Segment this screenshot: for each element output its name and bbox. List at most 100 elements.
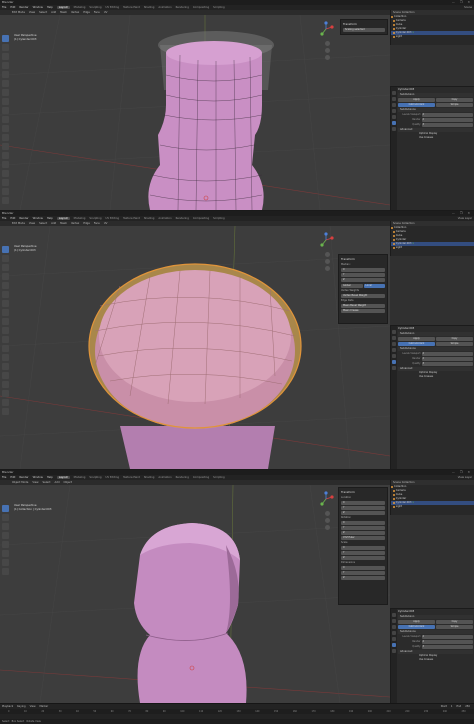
menu-add[interactable]: Add (55, 481, 60, 484)
menu-vertex[interactable]: Vertex (71, 11, 79, 14)
rotation-y-field[interactable]: Y (341, 526, 385, 530)
tab-rendering[interactable]: Rendering (176, 217, 189, 220)
scale-y-field[interactable]: Y (341, 551, 385, 555)
catmull-clark-button[interactable]: Catmull-Clark (398, 625, 435, 629)
loop-cut-tool-icon[interactable] (2, 134, 9, 141)
scale-z-field[interactable]: Z (341, 556, 385, 560)
loop-cut-tool-icon[interactable] (2, 345, 9, 352)
y-field[interactable]: Y (341, 273, 385, 277)
levels-field[interactable]: 2 (421, 635, 473, 639)
render-field[interactable]: 2 (421, 118, 473, 122)
zoom-icon[interactable] (325, 252, 330, 257)
shear-tool-icon[interactable] (2, 390, 9, 397)
rip-tool-icon[interactable] (2, 188, 9, 195)
menu-keying[interactable]: Keying (17, 705, 25, 708)
bevel-tool-icon[interactable] (2, 336, 9, 343)
copy-button[interactable]: Copy (436, 337, 473, 341)
menu-edit[interactable]: Edit (10, 6, 15, 9)
tab-layout[interactable]: Layout (56, 217, 70, 220)
output-tab-icon[interactable] (392, 342, 396, 346)
dimensions-x-field[interactable]: X (341, 566, 385, 570)
outliner-item[interactable]: Light (391, 35, 474, 39)
tab-uv-editing[interactable]: UV Editing (106, 476, 120, 479)
rotation-mode-select[interactable]: XYZ Euler (341, 536, 385, 540)
poly-build-tool-icon[interactable] (2, 152, 9, 159)
location-z-field[interactable]: Z (341, 511, 385, 515)
menu-mesh[interactable]: Mesh (60, 11, 67, 14)
menu-help[interactable]: Help (47, 476, 53, 479)
tool-tab-icon[interactable] (392, 91, 396, 95)
menu-uv[interactable]: UV (104, 222, 108, 225)
menu-file[interactable]: File (2, 6, 6, 9)
object-tab-icon[interactable] (392, 637, 396, 641)
poly-build-tool-icon[interactable] (2, 363, 9, 370)
menu-playback[interactable]: Playback (2, 705, 13, 708)
use-creases-checkbox[interactable]: Use Creases (398, 136, 473, 140)
shrink-tool-icon[interactable] (2, 408, 9, 415)
scale-tool-icon[interactable] (2, 71, 9, 78)
axis-gizmo-icon[interactable] (318, 21, 334, 37)
pan-icon[interactable] (325, 259, 330, 264)
camera-view-icon[interactable] (325, 525, 330, 530)
3d-viewport[interactable]: User Perspective (1) Collection | Cylind… (0, 485, 390, 703)
mode-selector[interactable]: Edit Mode (12, 222, 25, 225)
subdivisions-section[interactable]: Subdivisions (398, 630, 473, 634)
menu-face[interactable]: Face (94, 222, 100, 225)
extrude-tool-icon[interactable] (2, 107, 9, 114)
modifier-header[interactable]: Subdivision (398, 615, 473, 619)
simple-button[interactable]: Simple (436, 625, 473, 629)
select-tool-icon[interactable] (2, 35, 9, 42)
quality-field[interactable]: 3 (421, 123, 473, 127)
subdivisions-section[interactable]: Subdivisions (398, 347, 473, 351)
annotate-tool-icon[interactable] (2, 559, 9, 566)
menu-view[interactable]: View (32, 481, 38, 484)
menu-render[interactable]: Render (19, 217, 28, 220)
bevel-tool-icon[interactable] (2, 125, 9, 132)
zoom-icon[interactable] (325, 511, 330, 516)
apply-button[interactable]: Apply (398, 337, 435, 341)
mean-bevel-field[interactable]: Mean Bevel Weight (341, 304, 385, 308)
tab-sculpting[interactable]: Sculpting (89, 476, 101, 479)
outliner-item[interactable]: Light (391, 505, 474, 509)
tab-texture-paint[interactable]: Texture Paint (123, 217, 140, 220)
menu-edge[interactable]: Edge (83, 222, 90, 225)
menu-uv[interactable]: UV (104, 11, 108, 14)
rotate-tool-icon[interactable] (2, 273, 9, 280)
rotation-x-field[interactable]: X (341, 521, 385, 525)
3d-viewport[interactable]: User Perspective (1) Cylinder.003 Transf… (0, 226, 390, 469)
cursor-tool-icon[interactable] (2, 44, 9, 51)
menu-window[interactable]: Window (33, 217, 43, 220)
camera-view-icon[interactable] (325, 55, 330, 60)
scale-x-field[interactable]: X (341, 546, 385, 550)
menu-edge[interactable]: Edge (83, 11, 90, 14)
copy-button[interactable]: Copy (436, 98, 473, 102)
rotate-tool-icon[interactable] (2, 62, 9, 69)
tab-uv-editing[interactable]: UV Editing (106, 6, 120, 9)
tab-compositing[interactable]: Compositing (193, 6, 209, 9)
menu-add[interactable]: Add (51, 222, 56, 225)
smooth-tool-icon[interactable] (2, 381, 9, 388)
material-tab-icon[interactable] (392, 127, 396, 131)
render-field[interactable]: 2 (421, 640, 473, 644)
menu-edit[interactable]: Edit (10, 476, 15, 479)
catmull-clark-button[interactable]: Catmull-Clark (398, 103, 435, 107)
quality-field[interactable]: 3 (421, 362, 473, 366)
levels-field[interactable]: 2 (421, 113, 473, 117)
scale-tool-icon[interactable] (2, 541, 9, 548)
mode-selector[interactable]: Edit Mode (12, 11, 25, 14)
catmull-clark-button[interactable]: Catmull-Clark (398, 342, 435, 346)
tool-tab-icon[interactable] (392, 330, 396, 334)
rotate-tool-icon[interactable] (2, 532, 9, 539)
render-tab-icon[interactable] (392, 97, 396, 101)
tab-rendering[interactable]: Rendering (176, 476, 189, 479)
tab-animation[interactable]: Animation (158, 6, 171, 9)
apply-button[interactable]: Apply (398, 98, 435, 102)
move-tool-icon[interactable] (2, 264, 9, 271)
cursor-tool-icon[interactable] (2, 255, 9, 262)
quality-field[interactable]: 3 (421, 645, 473, 649)
menu-file[interactable]: File (2, 217, 6, 220)
measure-tool-icon[interactable] (2, 568, 9, 575)
menu-view[interactable]: View (30, 705, 36, 708)
select-tool-icon[interactable] (2, 246, 9, 253)
modifier-header[interactable]: Subdivision (398, 332, 473, 336)
